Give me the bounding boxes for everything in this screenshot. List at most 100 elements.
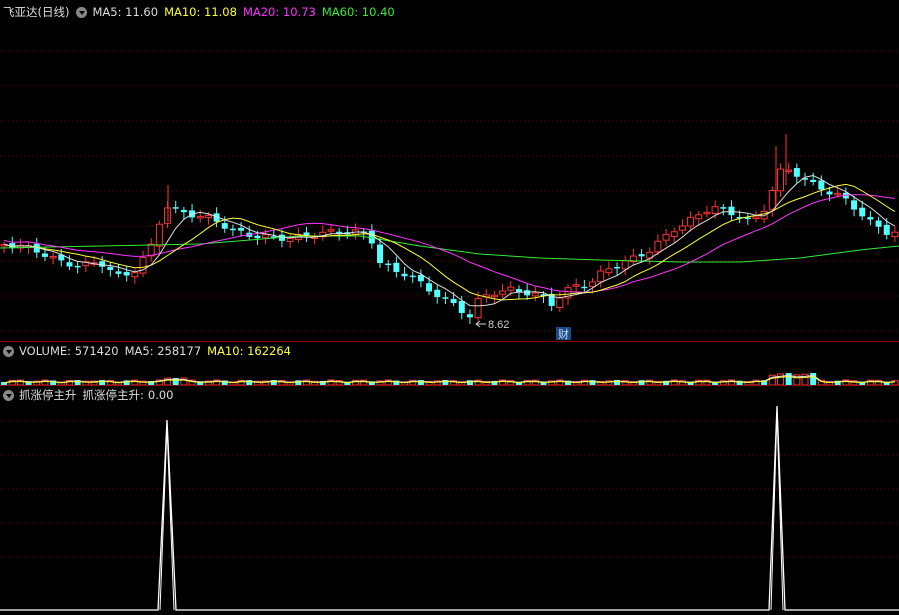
- volume-bar: [785, 373, 792, 385]
- ma60-line: [0, 235, 899, 263]
- candle-body: [638, 254, 645, 257]
- candle-body: [41, 253, 48, 257]
- candle-body: [434, 289, 441, 298]
- candle-body: [614, 266, 621, 269]
- candle-body: [654, 240, 662, 253]
- collapse-icon[interactable]: [76, 6, 88, 18]
- candle-body: [327, 229, 335, 232]
- candle-body: [426, 283, 433, 292]
- candle-body: [377, 244, 384, 264]
- vol-ma10-label: MA10:: [207, 344, 244, 358]
- candle-body: [810, 179, 817, 182]
- candle-body: [883, 224, 890, 235]
- signal-title: 抓涨停主升: [19, 388, 77, 402]
- candle-body: [99, 261, 106, 267]
- candle-body: [776, 168, 784, 192]
- candle-body: [670, 231, 678, 237]
- ma10-label: MA10:: [164, 5, 201, 19]
- ma10-indicator: MA10: 11.08: [164, 5, 237, 19]
- candle-body: [834, 192, 842, 196]
- candle-body: [74, 265, 81, 268]
- event-marker[interactable]: 财: [556, 327, 571, 340]
- candle-body: [891, 231, 899, 238]
- signal-chart[interactable]: [0, 386, 899, 615]
- candle-body: [221, 223, 228, 229]
- candle-body: [196, 215, 204, 219]
- ma5-indicator: MA5: 11.60: [92, 5, 158, 19]
- price-grid: [0, 50, 899, 332]
- volume-indicator: VOLUME: 571420: [19, 344, 119, 358]
- candle-body: [474, 298, 482, 319]
- candle-body: [229, 228, 236, 231]
- candle-body: [180, 209, 187, 213]
- ma20-label: MA20:: [242, 5, 280, 19]
- candle-body: [826, 191, 833, 195]
- volume-value: 571420: [74, 344, 119, 358]
- ma10-value: 11.08: [204, 5, 237, 19]
- candle-body: [393, 262, 400, 272]
- candle-body: [859, 207, 866, 217]
- ma5-line: [3, 174, 896, 307]
- candle-body: [409, 275, 416, 278]
- candle-body: [793, 168, 800, 177]
- candle-body: [499, 290, 507, 295]
- collapse-icon[interactable]: [3, 389, 14, 401]
- candle-body: [507, 286, 515, 291]
- candle-body: [115, 271, 122, 274]
- candle-body: [597, 270, 605, 283]
- ma20-indicator: MA20: 10.73: [243, 5, 316, 19]
- candle-body: [695, 214, 703, 220]
- volume-bar: [810, 373, 817, 385]
- volume-chart[interactable]: [0, 358, 899, 386]
- candlestick-series: [0, 134, 899, 324]
- ma10-line: [3, 183, 896, 301]
- candle-body: [728, 206, 735, 216]
- ma20-value: 10.73: [282, 5, 316, 19]
- candle-body: [107, 266, 114, 270]
- signal-panel-header: 抓涨停主升 抓涨停主升: 0.00: [0, 386, 173, 404]
- ma60-label: MA60:: [321, 5, 359, 19]
- ma20-line: [3, 194, 895, 293]
- candle-body: [458, 301, 465, 313]
- stock-title[interactable]: 飞亚达(日线): [3, 4, 69, 20]
- collapse-icon[interactable]: [3, 345, 14, 357]
- candle-body: [254, 235, 261, 239]
- candle-body: [204, 214, 212, 219]
- candle-body: [621, 260, 629, 270]
- candle-body: [556, 297, 564, 308]
- ma60-value: 10.40: [361, 5, 395, 19]
- ma5-label: MA5:: [92, 5, 122, 19]
- candle-body: [678, 225, 686, 231]
- signal-value-label: 抓涨停主升:: [82, 388, 144, 402]
- ma60-indicator: MA60: 10.40: [322, 5, 395, 19]
- candle-body: [286, 238, 294, 243]
- candle-body: [785, 169, 793, 173]
- candle-body: [401, 273, 408, 277]
- candle-body: [466, 314, 473, 318]
- candle-body: [687, 216, 695, 227]
- candle-body: [155, 223, 163, 247]
- candle-body: [368, 230, 375, 244]
- candle-body: [581, 286, 588, 289]
- vol-ma5-indicator: MA5: 258177: [125, 344, 202, 358]
- candle-body: [131, 272, 139, 278]
- volume-panel-header: VOLUME: 571420 MA5: 258177 MA10: 162264: [0, 342, 297, 360]
- main-panel-header: 飞亚达(日线) MA5: 11.60 MA10: 11.08 MA20: 10.…: [0, 3, 401, 21]
- candle-body: [262, 234, 270, 239]
- price-chart[interactable]: 8.62 财: [0, 0, 899, 340]
- candle-body: [720, 207, 727, 209]
- vol-ma10-indicator: MA10: 162264: [207, 344, 291, 358]
- candle-body: [867, 217, 874, 220]
- candle-body: [385, 263, 392, 266]
- signal-line: [0, 405, 899, 611]
- low-price-annotation: 8.62: [475, 319, 509, 331]
- signal-value: 0.00: [147, 388, 174, 402]
- candle-body: [123, 271, 130, 276]
- candle-body: [703, 211, 711, 215]
- candle-body: [768, 190, 776, 211]
- candle-body: [450, 299, 457, 304]
- vol-ma5-value: 258177: [157, 344, 202, 358]
- signal-grid: [0, 420, 899, 558]
- candle-body: [711, 206, 719, 214]
- candle-body: [66, 262, 73, 267]
